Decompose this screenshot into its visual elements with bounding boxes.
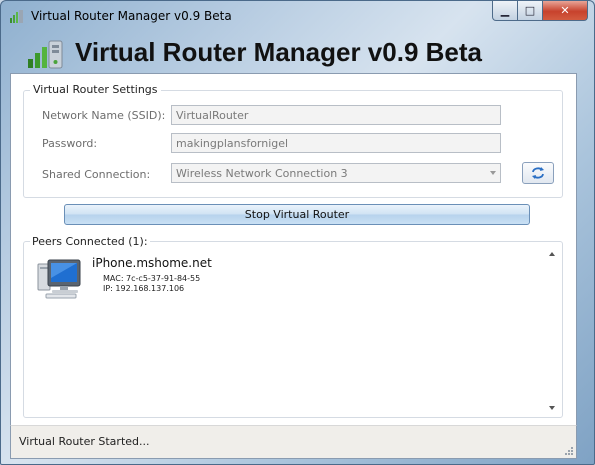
signal-logo-icon <box>28 40 63 69</box>
minimize-icon: ▁ <box>500 4 510 17</box>
window-controls: ▁ □ ✕ <box>492 1 588 21</box>
router-settings-group: Virtual Router Settings Network Name (SS… <box>23 83 563 198</box>
app-header: Virtual Router Manager v0.9 Beta <box>11 31 571 71</box>
peer-mac: MAC: 7c-c5-37-91-84-55 <box>103 274 201 283</box>
close-button[interactable]: ✕ <box>543 1 588 21</box>
refresh-icon <box>532 167 544 179</box>
password-label: Password: <box>42 137 98 150</box>
scroll-down-icon[interactable] <box>549 406 555 410</box>
app-window: Virtual Router Manager v0.9 Beta ▁ □ ✕ V… <box>0 0 595 465</box>
maximize-button[interactable]: □ <box>518 1 543 21</box>
refresh-connections-button[interactable] <box>522 162 554 184</box>
ssid-label: Network Name (SSID): <box>42 109 166 122</box>
ssid-field[interactable]: VirtualRouter <box>171 105 501 125</box>
peer-hostname: iPhone.mshome.net <box>92 256 212 270</box>
chevron-down-icon <box>490 171 496 175</box>
settings-legend: Virtual Router Settings <box>30 83 161 96</box>
app-icon <box>10 10 23 23</box>
peers-scrollbar[interactable] <box>546 250 559 412</box>
status-bar: Virtual Router Started... <box>10 425 577 459</box>
shared-connection-select[interactable]: Wireless Network Connection 3 <box>171 163 501 183</box>
status-text: Virtual Router Started... <box>19 435 150 448</box>
resize-grip-icon[interactable] <box>564 446 574 456</box>
app-heading: Virtual Router Manager v0.9 Beta <box>75 37 482 67</box>
peers-legend: Peers Connected (1): <box>30 235 150 248</box>
title-bar[interactable]: Virtual Router Manager v0.9 Beta ▁ □ ✕ <box>1 1 594 31</box>
stop-router-button[interactable]: Stop Virtual Router <box>64 204 530 225</box>
password-field[interactable]: makingplansfornigel <box>171 133 501 153</box>
main-panel: Virtual Router Settings Network Name (SS… <box>10 73 577 427</box>
scroll-up-icon[interactable] <box>549 252 555 256</box>
window-title: Virtual Router Manager v0.9 Beta <box>31 9 232 23</box>
minimize-button[interactable]: ▁ <box>492 1 518 21</box>
computer-icon <box>37 259 81 299</box>
peer-item[interactable]: iPhone.mshome.net MAC: 7c-c5-37-91-84-55… <box>36 256 336 306</box>
maximize-icon: □ <box>524 4 536 17</box>
shared-connection-label: Shared Connection: <box>42 168 151 181</box>
peers-group: Peers Connected (1): iPhone.mshome.net M… <box>23 235 563 418</box>
shared-connection-value: Wireless Network Connection 3 <box>176 167 348 180</box>
close-icon: ✕ <box>560 4 570 17</box>
peer-ip: IP: 192.168.137.106 <box>103 284 185 293</box>
